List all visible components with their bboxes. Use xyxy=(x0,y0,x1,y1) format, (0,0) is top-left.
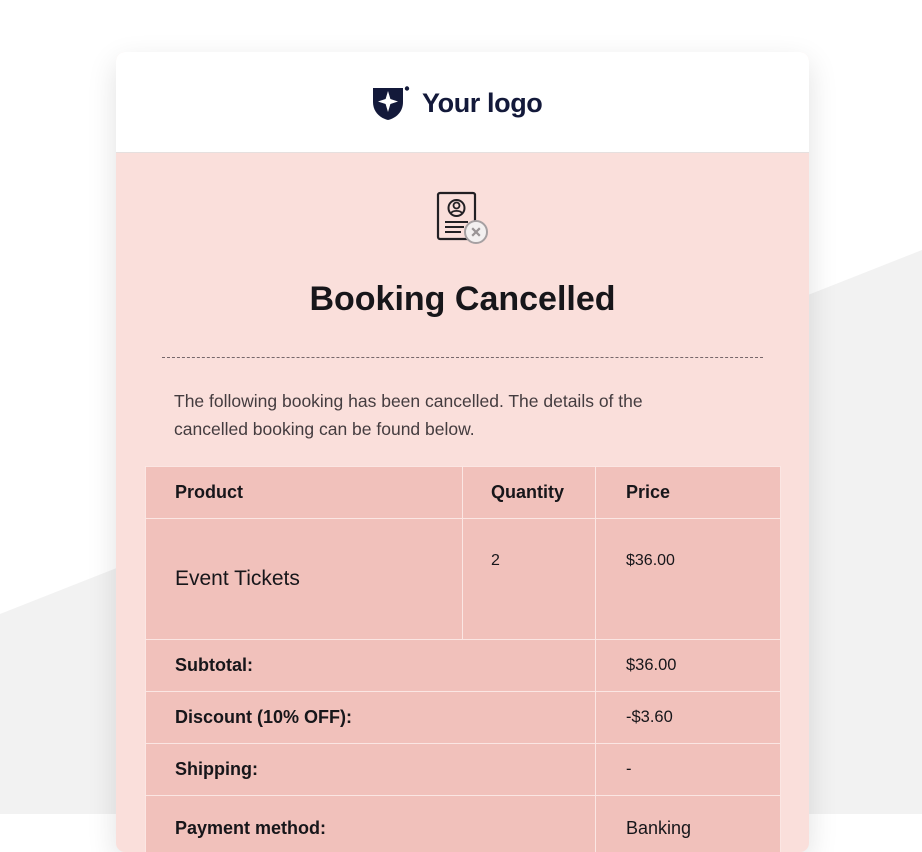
discount-value: -$3.60 xyxy=(596,692,781,744)
column-header-quantity: Quantity xyxy=(463,467,596,519)
item-price: $36.00 xyxy=(596,519,781,640)
summary-row-payment-method: Payment method: Banking xyxy=(146,796,781,852)
column-header-price: Price xyxy=(596,467,781,519)
item-quantity: 2 xyxy=(463,519,596,640)
column-header-product: Product xyxy=(146,467,463,519)
discount-label: Discount (10% OFF): xyxy=(146,692,596,744)
summary-row-shipping: Shipping: - xyxy=(146,744,781,796)
subtotal-label: Subtotal: xyxy=(146,640,596,692)
intro-text: The following booking has been cancelled… xyxy=(174,387,694,443)
email-title: Booking Cancelled xyxy=(116,280,809,319)
order-table: Product Quantity Price Event Tickets 2 $… xyxy=(145,466,781,852)
summary-row-subtotal: Subtotal: $36.00 xyxy=(146,640,781,692)
payment-method-label: Payment method: xyxy=(146,796,596,852)
logo-text: Your logo xyxy=(422,88,542,119)
dashed-divider xyxy=(162,357,763,358)
cancelled-booking-document-icon xyxy=(434,189,492,247)
table-row: Event Tickets 2 $36.00 xyxy=(146,519,781,640)
item-product: Event Tickets xyxy=(146,519,463,640)
email-header: Your logo xyxy=(116,52,809,153)
shipping-label: Shipping: xyxy=(146,744,596,796)
brand-logo[interactable]: Your logo xyxy=(372,85,542,121)
table-header-row: Product Quantity Price xyxy=(146,467,781,519)
subtotal-value: $36.00 xyxy=(596,640,781,692)
summary-row-discount: Discount (10% OFF): -$3.60 xyxy=(146,692,781,744)
payment-method-value: Banking xyxy=(596,796,781,852)
shield-star-logo-icon xyxy=(372,85,410,121)
email-card: Your logo Booking Cancelled The followin… xyxy=(116,52,809,852)
shipping-value: - xyxy=(596,744,781,796)
